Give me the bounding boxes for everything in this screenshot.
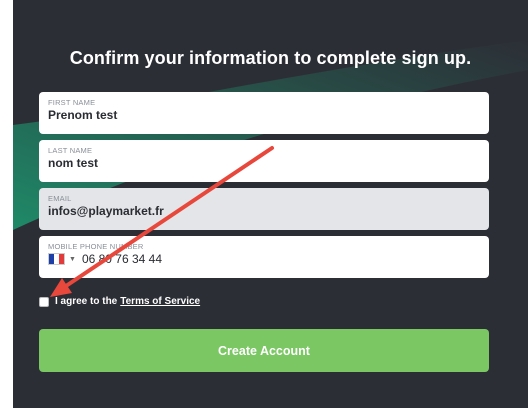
- create-account-button[interactable]: Create Account: [39, 329, 489, 372]
- chevron-down-icon[interactable]: ▼: [69, 256, 76, 263]
- first-name-value: Prenom test: [48, 108, 118, 122]
- terms-of-service-link[interactable]: Terms of Service: [120, 296, 200, 307]
- mobile-phone-label: MOBILE PHONE NUMBER: [48, 242, 144, 251]
- email-value: infos@playmarket.fr: [48, 204, 164, 218]
- first-name-label: FIRST NAME: [48, 98, 96, 107]
- first-name-field[interactable]: FIRST NAME Prenom test: [39, 92, 489, 134]
- last-name-field[interactable]: LAST NAME nom test: [39, 140, 489, 182]
- agree-text: I agree to the: [55, 296, 118, 307]
- france-flag-icon[interactable]: [48, 253, 65, 265]
- page-title: Confirm your information to complete sig…: [69, 48, 472, 68]
- email-field[interactable]: EMAIL infos@playmarket.fr: [39, 188, 489, 230]
- mobile-phone-field[interactable]: MOBILE PHONE NUMBER ▼ 06 80 76 34 44: [39, 236, 489, 278]
- terms-agreement: I agree to the Terms of Service: [39, 296, 200, 307]
- terms-checkbox[interactable]: [39, 296, 49, 307]
- email-label: EMAIL: [48, 194, 72, 203]
- mobile-phone-value: 06 80 76 34 44: [81, 252, 163, 266]
- phone-row: ▼ 06 80 76 34 44: [48, 252, 480, 266]
- last-name-label: LAST NAME: [48, 146, 93, 155]
- last-name-value: nom test: [48, 156, 99, 170]
- signup-panel: Confirm your information to complete sig…: [13, 0, 528, 408]
